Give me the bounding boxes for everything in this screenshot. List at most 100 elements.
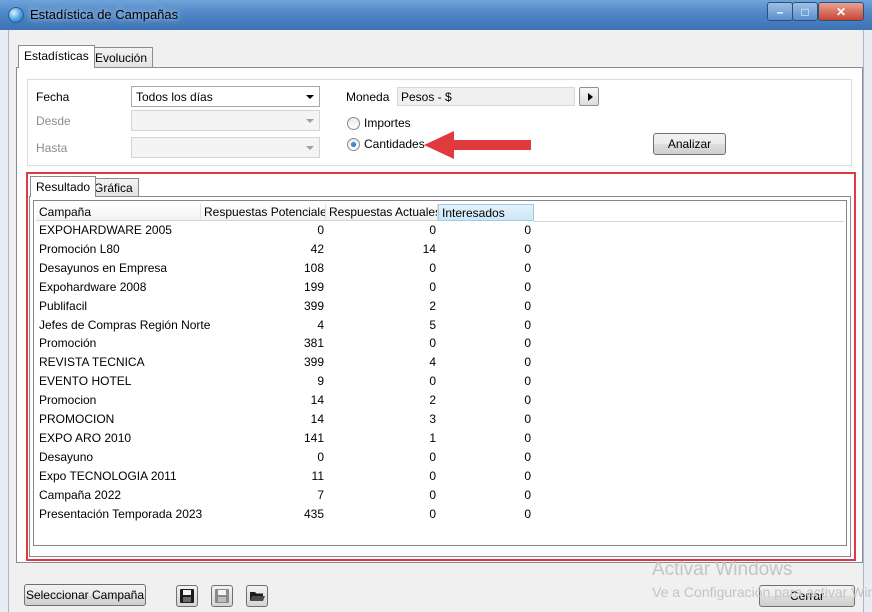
chevron-down-icon xyxy=(306,119,314,123)
table-cell: 0 xyxy=(429,223,436,237)
table-cell: 0 xyxy=(524,506,531,521)
table-cell: 0 xyxy=(317,223,324,237)
table-row[interactable]: Jefes de Compras Región Norte 4 5 0 xyxy=(34,316,534,335)
table-cell: 2 xyxy=(429,298,436,313)
table-row[interactable]: Desayunos en Empresa 108 0 0 xyxy=(34,259,534,278)
table-cell: 0 xyxy=(524,336,531,351)
table-cell: 14 xyxy=(310,393,324,408)
table-cell: PROMOCION xyxy=(39,412,115,426)
table-cell: 141 xyxy=(303,430,324,445)
table-cell: 0 xyxy=(524,487,531,502)
table-row[interactable]: REVISTA TECNICA 399 4 0 xyxy=(34,353,534,372)
table-row[interactable]: Promoción L80 42 14 0 xyxy=(34,240,534,259)
table-row[interactable]: PROMOCION 14 3 0 xyxy=(34,410,534,429)
table-cell: 399 xyxy=(303,298,324,313)
table-cell: EXPO ARO 2010 xyxy=(39,430,132,445)
table-cell: 0 xyxy=(524,374,531,389)
folder-open-icon xyxy=(250,592,265,601)
table-cell: Expohardware 2008 xyxy=(39,279,147,294)
tab-estadisticas[interactable]: Estadísticas xyxy=(18,45,95,68)
table-cell: EVENTO HOTEL xyxy=(39,374,132,389)
table-row[interactable]: Presentación Temporada 2023 435 0 0 xyxy=(34,505,534,524)
table-cell: 2 xyxy=(429,393,436,408)
table-row[interactable]: Desayuno 0 0 0 xyxy=(34,448,534,467)
app-icon xyxy=(8,7,24,23)
table-cell: 0 xyxy=(429,468,436,483)
table-row[interactable]: Promoción 381 0 0 xyxy=(34,334,534,353)
moneda-select-button[interactable] xyxy=(579,87,599,106)
tab-resultado[interactable]: Resultado xyxy=(30,176,97,197)
table-cell: 14 xyxy=(310,412,324,426)
table-cell: 0 xyxy=(524,279,531,294)
cantidades-label: Cantidades xyxy=(364,137,425,151)
table-cell: Promocion xyxy=(39,393,97,408)
hasta-date-picker[interactable] xyxy=(131,137,320,158)
table-cell: 0 xyxy=(524,260,531,275)
table-cell: Campaña 2022 xyxy=(39,487,122,502)
table-row[interactable]: EXPO ARO 2010 141 1 0 xyxy=(34,429,534,448)
tab-evolucion[interactable]: Evolución xyxy=(89,47,154,68)
desde-date-picker[interactable] xyxy=(131,110,320,131)
table-cell: 0 xyxy=(524,241,531,256)
minimize-button[interactable]: – xyxy=(767,2,793,21)
cantidades-radio[interactable] xyxy=(347,138,360,151)
chevron-down-icon xyxy=(306,95,314,99)
close-window-button[interactable]: ✕ xyxy=(818,2,864,21)
table-cell: 4 xyxy=(317,317,324,332)
table-cell: 0 xyxy=(429,336,436,351)
save-disabled-button[interactable] xyxy=(211,585,233,607)
close-icon: ✕ xyxy=(835,4,847,19)
annotation-arrow-icon xyxy=(424,131,531,159)
table-cell: Publifacil xyxy=(39,298,88,313)
floppy-disk-gray-icon xyxy=(215,589,229,603)
table-row[interactable]: Expo TECNOLOGIA 2011 11 0 0 xyxy=(34,467,534,486)
table-cell: Promoción L80 xyxy=(39,241,120,256)
table-cell: 0 xyxy=(524,223,531,237)
maximize-icon: □ xyxy=(801,4,809,19)
activation-watermark-text: Ve a Configuración para activar Windows. xyxy=(652,584,872,600)
table-cell: Presentación Temporada 2023 xyxy=(39,506,203,521)
table-cell: 0 xyxy=(429,260,436,275)
moneda-label: Moneda xyxy=(346,90,390,104)
table-cell: 42 xyxy=(310,241,324,256)
table-row[interactable]: EXPOHARDWARE 2005 0 0 0 xyxy=(34,221,534,240)
importes-radio[interactable] xyxy=(347,117,360,130)
table-cell: 0 xyxy=(524,355,531,370)
seleccionar-campana-button[interactable]: Seleccionar Campaña xyxy=(24,584,146,606)
table-cell: 199 xyxy=(303,279,324,294)
table-cell: 0 xyxy=(429,449,436,464)
header-filler xyxy=(534,204,844,222)
column-header-respuestas-potenciales[interactable]: Respuestas Potenciales xyxy=(201,204,326,221)
table-cell: 0 xyxy=(429,487,436,502)
table-cell: 0 xyxy=(429,279,436,294)
table-cell: 381 xyxy=(303,336,324,351)
table-row[interactable]: Expohardware 2008 199 0 0 xyxy=(34,278,534,297)
table-cell: 108 xyxy=(303,260,324,275)
table-row[interactable]: Publifacil 399 2 0 xyxy=(34,297,534,316)
column-header-interesados[interactable]: Interesados xyxy=(438,204,534,221)
column-header-campana[interactable]: Campaña xyxy=(36,204,201,221)
table-row[interactable]: EVENTO HOTEL 9 0 0 xyxy=(34,372,534,391)
table-cell: EXPOHARDWARE 2005 xyxy=(39,223,172,237)
save-button[interactable] xyxy=(176,585,198,607)
moneda-field: Pesos - $ xyxy=(397,87,575,106)
table-row[interactable]: Promocion 14 2 0 xyxy=(34,391,534,410)
table-cell: 0 xyxy=(524,449,531,464)
maximize-button[interactable]: □ xyxy=(792,2,818,21)
table-cell: Jefes de Compras Región Norte xyxy=(39,317,211,332)
table-cell: Promoción xyxy=(39,336,97,351)
play-icon xyxy=(588,93,593,101)
table-row[interactable]: Campaña 2022 7 0 0 xyxy=(34,486,534,505)
fecha-select[interactable]: Todos los días xyxy=(131,86,320,107)
table-cell: 1 xyxy=(429,430,436,445)
table-cell: 0 xyxy=(524,298,531,313)
table-cell: 399 xyxy=(303,355,324,370)
fecha-value: Todos los días xyxy=(136,90,213,104)
open-folder-button[interactable] xyxy=(246,585,268,607)
table-cell: 14 xyxy=(422,241,436,256)
analizar-button[interactable]: Analizar xyxy=(653,133,726,155)
column-header-respuestas-actuales[interactable]: Respuestas Actuales xyxy=(326,204,438,221)
table-cell: 0 xyxy=(317,449,324,464)
table-cell: 0 xyxy=(429,374,436,389)
activation-watermark-title: Activar Windows xyxy=(652,559,793,580)
